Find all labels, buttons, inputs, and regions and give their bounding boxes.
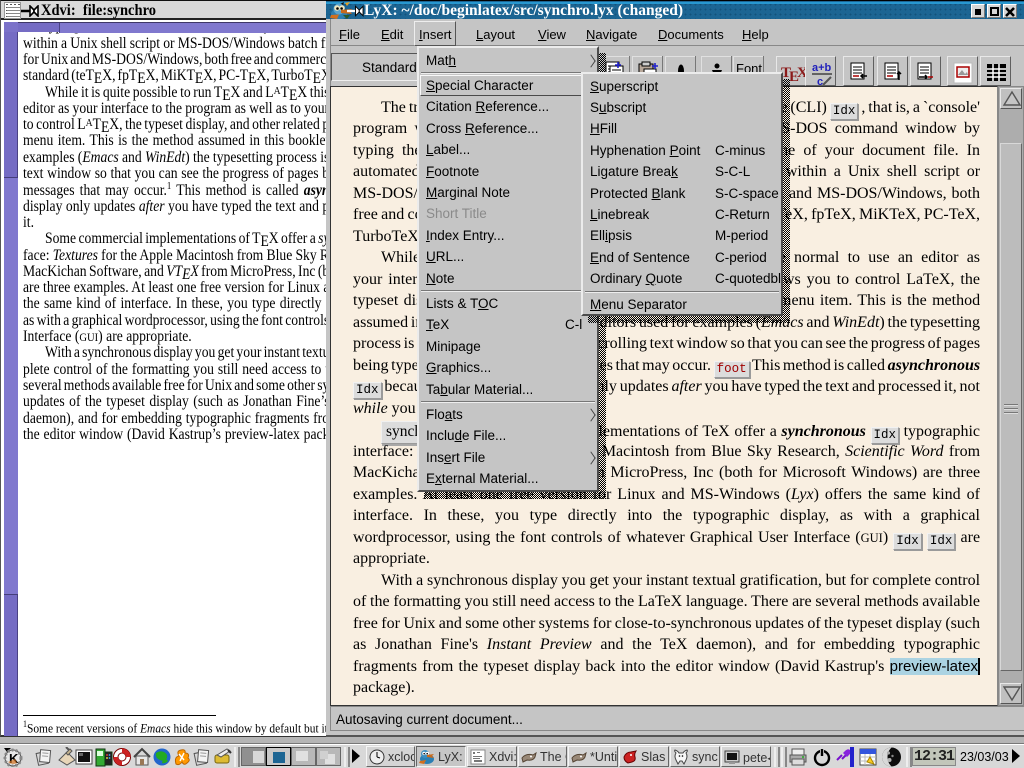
svg-text:a+b: a+b bbox=[812, 62, 832, 74]
